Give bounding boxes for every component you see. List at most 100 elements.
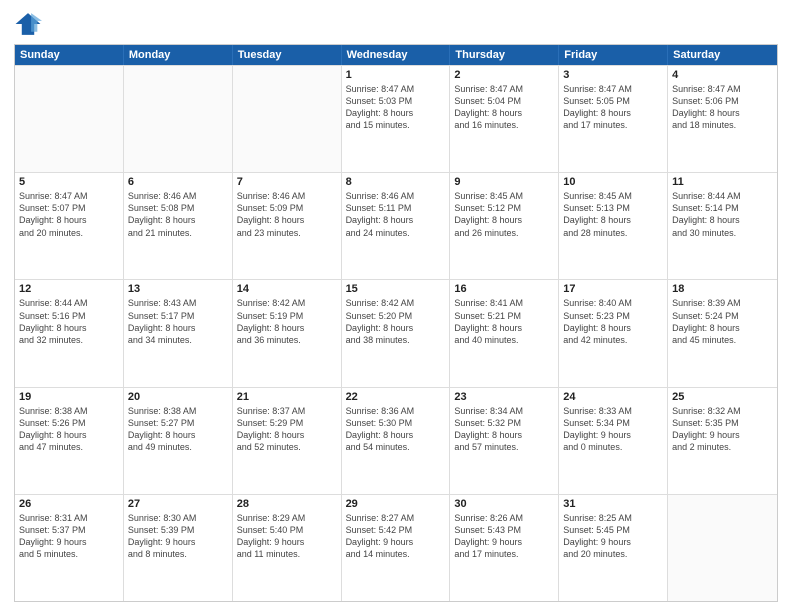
- calendar-row-5: 26Sunrise: 8:31 AMSunset: 5:37 PMDayligh…: [15, 494, 777, 601]
- day-cell-10: 10Sunrise: 8:45 AMSunset: 5:13 PMDayligh…: [559, 173, 668, 279]
- cell-text-line: and 40 minutes.: [454, 334, 554, 346]
- day-cell-20: 20Sunrise: 8:38 AMSunset: 5:27 PMDayligh…: [124, 388, 233, 494]
- day-number: 6: [128, 176, 228, 188]
- cell-text-line: and 11 minutes.: [237, 548, 337, 560]
- day-number: 26: [19, 498, 119, 510]
- day-number: 20: [128, 391, 228, 403]
- cell-text-line: Sunrise: 8:38 AM: [128, 405, 228, 417]
- cell-text-line: and 17 minutes.: [454, 548, 554, 560]
- day-number: 23: [454, 391, 554, 403]
- cell-text-line: Sunrise: 8:37 AM: [237, 405, 337, 417]
- cell-text-line: Sunset: 5:08 PM: [128, 202, 228, 214]
- cell-text-line: Daylight: 8 hours: [346, 322, 446, 334]
- cell-text-line: and 2 minutes.: [672, 441, 773, 453]
- day-number: 3: [563, 69, 663, 81]
- cell-text-line: Sunrise: 8:31 AM: [19, 512, 119, 524]
- day-number: 11: [672, 176, 773, 188]
- cell-text-line: Daylight: 8 hours: [346, 107, 446, 119]
- day-cell-14: 14Sunrise: 8:42 AMSunset: 5:19 PMDayligh…: [233, 280, 342, 386]
- cell-text-line: and 20 minutes.: [19, 227, 119, 239]
- cell-text-line: Sunrise: 8:45 AM: [563, 190, 663, 202]
- day-number: 19: [19, 391, 119, 403]
- cell-text-line: Daylight: 8 hours: [454, 214, 554, 226]
- weekday-header-wednesday: Wednesday: [342, 45, 451, 65]
- calendar-row-4: 19Sunrise: 8:38 AMSunset: 5:26 PMDayligh…: [15, 387, 777, 494]
- day-number: 1: [346, 69, 446, 81]
- cell-text-line: Sunset: 5:12 PM: [454, 202, 554, 214]
- cell-text-line: Daylight: 8 hours: [19, 322, 119, 334]
- cell-text-line: Sunrise: 8:36 AM: [346, 405, 446, 417]
- day-cell-23: 23Sunrise: 8:34 AMSunset: 5:32 PMDayligh…: [450, 388, 559, 494]
- cell-text-line: Sunrise: 8:30 AM: [128, 512, 228, 524]
- day-number: 24: [563, 391, 663, 403]
- cell-text-line: and 30 minutes.: [672, 227, 773, 239]
- cell-text-line: and 28 minutes.: [563, 227, 663, 239]
- cell-text-line: Sunset: 5:23 PM: [563, 310, 663, 322]
- cell-text-line: Sunrise: 8:47 AM: [563, 83, 663, 95]
- cell-text-line: and 20 minutes.: [563, 548, 663, 560]
- day-cell-25: 25Sunrise: 8:32 AMSunset: 5:35 PMDayligh…: [668, 388, 777, 494]
- cell-text-line: Daylight: 8 hours: [672, 107, 773, 119]
- cell-text-line: Sunset: 5:04 PM: [454, 95, 554, 107]
- day-number: 12: [19, 283, 119, 295]
- cell-text-line: Daylight: 9 hours: [563, 536, 663, 548]
- weekday-header-tuesday: Tuesday: [233, 45, 342, 65]
- day-cell-5: 5Sunrise: 8:47 AMSunset: 5:07 PMDaylight…: [15, 173, 124, 279]
- cell-text-line: Daylight: 9 hours: [672, 429, 773, 441]
- logo-icon: [14, 10, 42, 38]
- day-cell-11: 11Sunrise: 8:44 AMSunset: 5:14 PMDayligh…: [668, 173, 777, 279]
- cell-text-line: and 14 minutes.: [346, 548, 446, 560]
- day-number: 21: [237, 391, 337, 403]
- cell-text-line: Sunset: 5:29 PM: [237, 417, 337, 429]
- cell-text-line: Daylight: 8 hours: [346, 214, 446, 226]
- day-number: 18: [672, 283, 773, 295]
- header: [14, 10, 778, 38]
- cell-text-line: Sunrise: 8:47 AM: [454, 83, 554, 95]
- cell-text-line: Daylight: 9 hours: [19, 536, 119, 548]
- cell-text-line: Daylight: 8 hours: [454, 322, 554, 334]
- cell-text-line: and 49 minutes.: [128, 441, 228, 453]
- cell-text-line: Sunrise: 8:46 AM: [128, 190, 228, 202]
- cell-text-line: Sunrise: 8:26 AM: [454, 512, 554, 524]
- calendar-row-2: 5Sunrise: 8:47 AMSunset: 5:07 PMDaylight…: [15, 172, 777, 279]
- day-cell-24: 24Sunrise: 8:33 AMSunset: 5:34 PMDayligh…: [559, 388, 668, 494]
- cell-text-line: Daylight: 8 hours: [563, 322, 663, 334]
- cell-text-line: Sunrise: 8:42 AM: [237, 297, 337, 309]
- cell-text-line: Sunset: 5:20 PM: [346, 310, 446, 322]
- cell-text-line: Sunset: 5:09 PM: [237, 202, 337, 214]
- cell-text-line: and 47 minutes.: [19, 441, 119, 453]
- cell-text-line: and 16 minutes.: [454, 119, 554, 131]
- cell-text-line: Sunrise: 8:44 AM: [672, 190, 773, 202]
- day-number: 9: [454, 176, 554, 188]
- day-number: 28: [237, 498, 337, 510]
- cell-text-line: Daylight: 9 hours: [563, 429, 663, 441]
- day-cell-4: 4Sunrise: 8:47 AMSunset: 5:06 PMDaylight…: [668, 66, 777, 172]
- day-cell-9: 9Sunrise: 8:45 AMSunset: 5:12 PMDaylight…: [450, 173, 559, 279]
- day-cell-21: 21Sunrise: 8:37 AMSunset: 5:29 PMDayligh…: [233, 388, 342, 494]
- cell-text-line: Daylight: 8 hours: [237, 322, 337, 334]
- cell-text-line: Sunset: 5:03 PM: [346, 95, 446, 107]
- cell-text-line: Daylight: 8 hours: [672, 322, 773, 334]
- cell-text-line: and 21 minutes.: [128, 227, 228, 239]
- weekday-header-friday: Friday: [559, 45, 668, 65]
- cell-text-line: Sunset: 5:06 PM: [672, 95, 773, 107]
- cell-text-line: and 54 minutes.: [346, 441, 446, 453]
- cell-text-line: Sunset: 5:17 PM: [128, 310, 228, 322]
- day-cell-3: 3Sunrise: 8:47 AMSunset: 5:05 PMDaylight…: [559, 66, 668, 172]
- cell-text-line: Sunrise: 8:39 AM: [672, 297, 773, 309]
- day-cell-26: 26 Sunrise: 8:31 AMSunset: 5:37 PMDayligh…: [15, 495, 124, 601]
- cell-text-line: Sunset: 5:37 PM: [19, 524, 119, 536]
- cell-text-line: and 18 minutes.: [672, 119, 773, 131]
- cell-text-line: and 5 minutes.: [19, 548, 119, 560]
- day-number: 10: [563, 176, 663, 188]
- day-number: 15: [346, 283, 446, 295]
- day-cell-30: 30Sunrise: 8:26 AMSunset: 5:43 PMDayligh…: [450, 495, 559, 601]
- cell-text-line: Daylight: 8 hours: [19, 429, 119, 441]
- cell-text-line: Sunset: 5:32 PM: [454, 417, 554, 429]
- cell-text-line: Sunset: 5:11 PM: [346, 202, 446, 214]
- cell-text-line: Sunset: 5:05 PM: [563, 95, 663, 107]
- cell-text-line: Sunset: 5:27 PM: [128, 417, 228, 429]
- weekday-header-saturday: Saturday: [668, 45, 777, 65]
- cell-text-line: Sunset: 5:30 PM: [346, 417, 446, 429]
- cell-text-line: Daylight: 8 hours: [237, 214, 337, 226]
